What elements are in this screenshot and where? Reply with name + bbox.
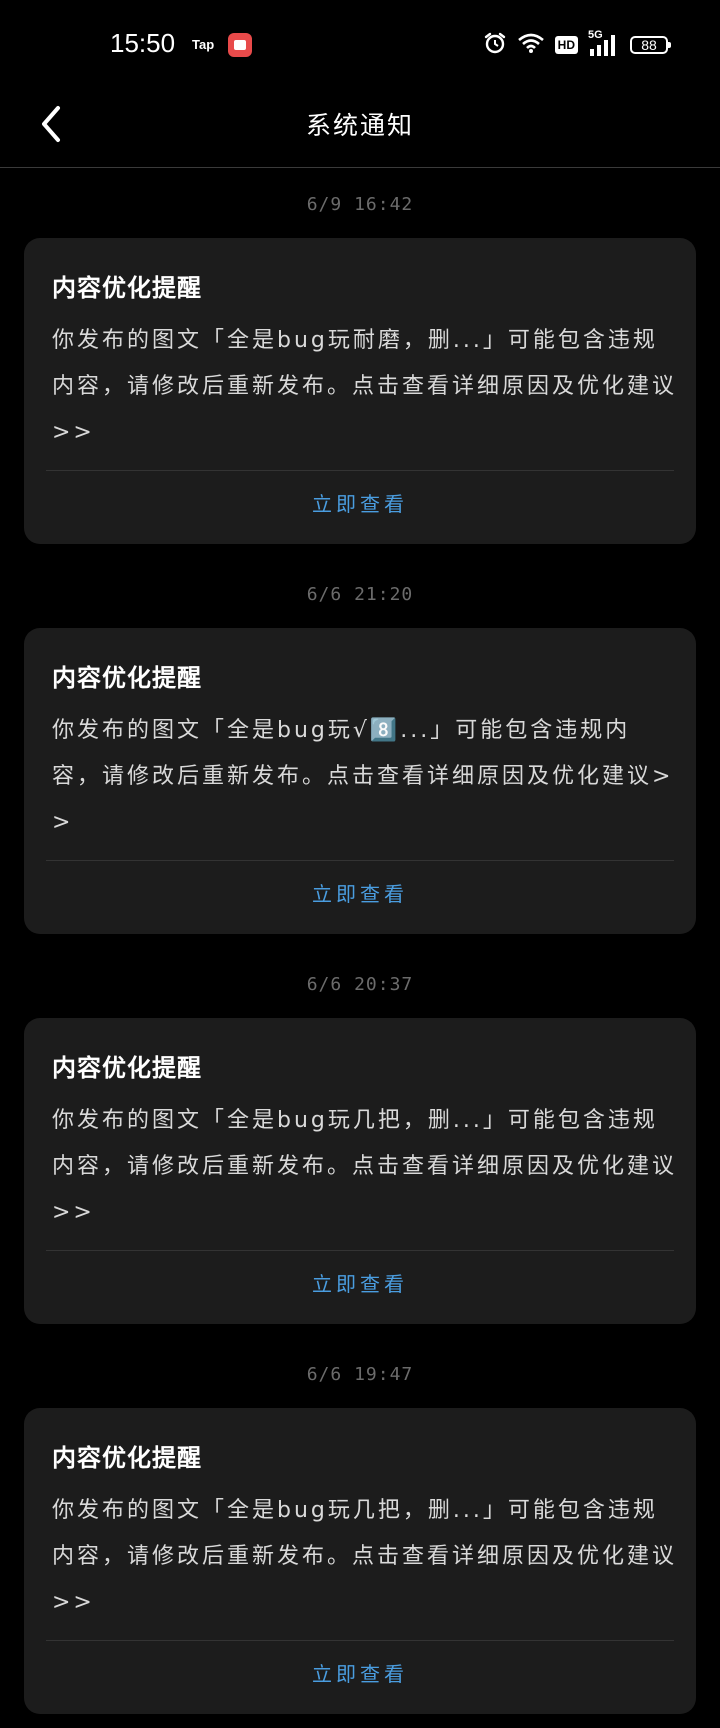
notification-title: 内容优化提醒 (52, 274, 202, 302)
taptap-icon: Tap (192, 37, 215, 52)
notification-body[interactable]: 你发布的图文「全是bug玩√8️⃣...」可能包含违规内容，请修改后重新发布。点… (52, 708, 678, 846)
wifi-icon (517, 32, 545, 58)
notification-body[interactable]: 你发布的图文「全是bug玩几把，删...」可能包含违规内容，请修改后重新发布。点… (52, 1488, 678, 1626)
notification-card[interactable]: 内容优化提醒 你发布的图文「全是bug玩√8️⃣...」可能包含违规内容，请修改… (24, 628, 696, 934)
notification-title: 内容优化提醒 (52, 1054, 202, 1082)
notification-card[interactable]: 内容优化提醒 你发布的图文「全是bug玩几把，删...」可能包含违规内容，请修改… (24, 1408, 696, 1714)
page-title: 系统通知 (305, 111, 414, 140)
divider (46, 1250, 674, 1251)
divider (46, 860, 674, 861)
notification-body[interactable]: 你发布的图文「全是bug玩耐磨，删...」可能包含违规内容，请修改后重新发布。点… (52, 318, 678, 456)
notification-card[interactable]: 内容优化提醒 你发布的图文「全是bug玩几把，删...」可能包含违规内容，请修改… (24, 1018, 696, 1324)
page-header: 系统通知 (0, 90, 720, 168)
notification-timestamp: 6/6 19:47 (306, 1364, 414, 1385)
notification-timestamp: 6/6 21:20 (306, 584, 414, 605)
divider (46, 470, 674, 471)
view-now-button[interactable]: 立即查看 (24, 878, 696, 907)
notification-list: 6/9 16:42 内容优化提醒 你发布的图文「全是bug玩耐磨，删...」可能… (0, 168, 720, 1728)
signal-icon: 5G (588, 29, 620, 57)
notification-title: 内容优化提醒 (52, 1444, 202, 1472)
notification-item: 6/6 21:20 内容优化提醒 你发布的图文「全是bug玩√8️⃣...」可能… (0, 558, 720, 948)
status-bar: 15:50 Tap HD 5G 88 (0, 0, 720, 90)
notification-title: 内容优化提醒 (52, 664, 202, 692)
status-indicators: HD 5G 88 (483, 29, 671, 59)
notification-item: 6/6 20:37 内容优化提醒 你发布的图文「全是bug玩几把，删...」可能… (0, 948, 720, 1338)
view-now-button[interactable]: 立即查看 (24, 1658, 696, 1687)
view-now-button[interactable]: 立即查看 (24, 488, 696, 517)
notification-item: 6/6 19:47 内容优化提醒 你发布的图文「全是bug玩几把，删...」可能… (0, 1338, 720, 1728)
notification-body[interactable]: 你发布的图文「全是bug玩几把，删...」可能包含违规内容，请修改后重新发布。点… (52, 1098, 678, 1236)
divider (46, 1640, 674, 1641)
alarm-icon (483, 31, 507, 59)
notification-item: 6/9 16:42 内容优化提醒 你发布的图文「全是bug玩耐磨，删...」可能… (0, 168, 720, 558)
hd-badge: HD (554, 36, 578, 54)
notification-timestamp: 6/6 20:37 (306, 974, 414, 995)
view-now-button[interactable]: 立即查看 (24, 1268, 696, 1297)
notification-timestamp: 6/9 16:42 (306, 194, 414, 215)
notification-card[interactable]: 内容优化提醒 你发布的图文「全是bug玩耐磨，删...」可能包含违规内容，请修改… (24, 238, 696, 544)
battery-indicator: 88 (630, 36, 671, 54)
app-notification-icon (228, 33, 252, 57)
status-time: 15:50 (110, 28, 176, 58)
